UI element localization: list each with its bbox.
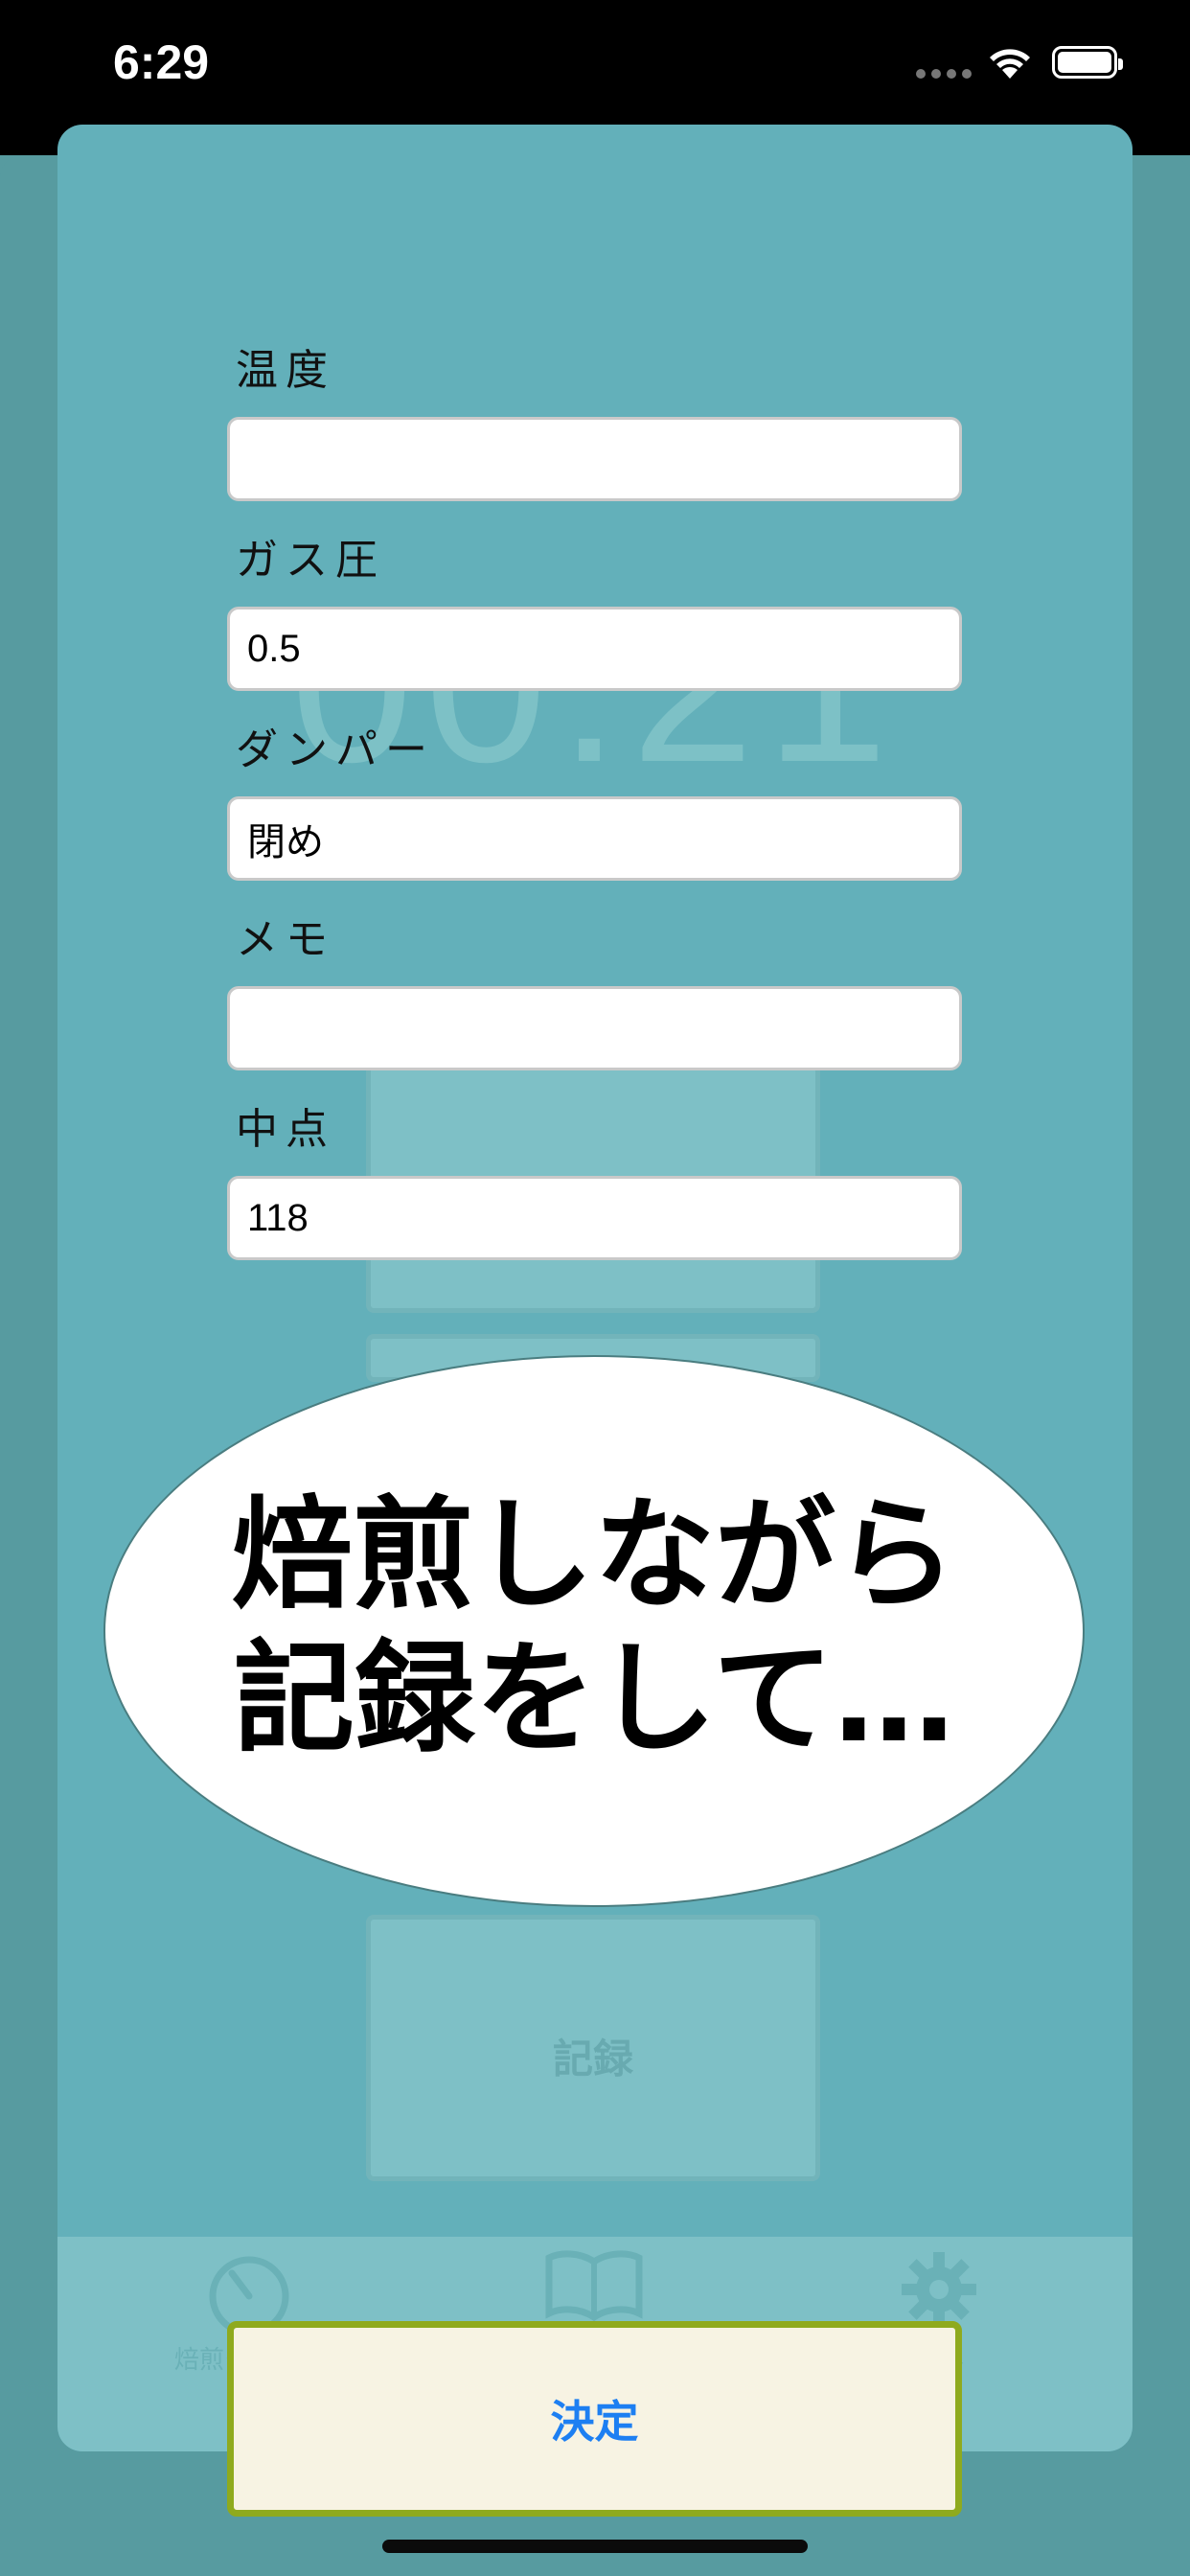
record-button-label: 記録	[552, 2036, 633, 2082]
book-icon	[545, 2250, 643, 2322]
temperature-field[interactable]	[227, 417, 962, 501]
confirm-button[interactable]: 決定	[227, 2321, 962, 2517]
cellular-signal-icon	[916, 69, 972, 79]
home-indicator	[382, 2540, 808, 2553]
gas-pressure-field[interactable]	[227, 607, 962, 691]
bubble-text: 焙煎しながら 記録をして…	[105, 1484, 1083, 1771]
gas-pressure-label: ガス圧	[236, 536, 385, 585]
memo-field[interactable]	[227, 986, 962, 1070]
status-time: 6:29	[113, 35, 210, 89]
battery-icon	[1052, 46, 1123, 79]
bubble-line-1: 焙煎しながら	[232, 1484, 956, 1625]
damper-label: ダンパー	[236, 725, 435, 774]
gear-icon	[902, 2252, 976, 2327]
wifi-icon	[990, 49, 1030, 79]
midpoint-label: 中点	[236, 1105, 335, 1154]
bubble-line-2: 記録をして…	[233, 1628, 955, 1769]
temperature-label: 温度	[236, 346, 335, 395]
tab-book	[469, 2246, 719, 2323]
midpoint-field[interactable]	[227, 1176, 962, 1260]
speech-bubble: 焙煎しながら 記録をして…	[103, 1355, 1085, 1907]
memo-label: メモ	[236, 915, 335, 964]
damper-field[interactable]	[227, 796, 962, 881]
record-button: 記録	[366, 1915, 820, 2181]
